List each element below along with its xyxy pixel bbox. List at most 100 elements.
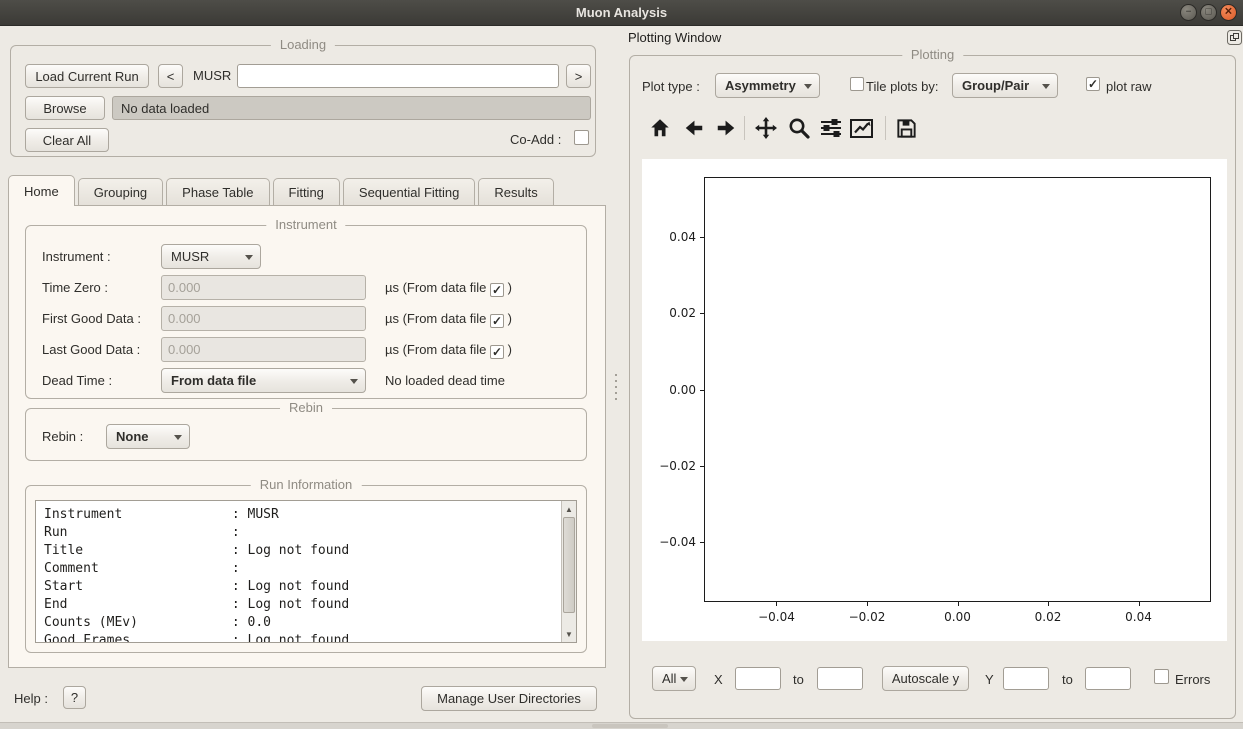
plot-axes[interactable]: −0.04−0.020.000.020.04 −0.04−0.020.000.0… xyxy=(704,177,1211,602)
x-tick-label: −0.04 xyxy=(758,610,795,624)
x-tick-mark xyxy=(1048,602,1049,606)
dead-time-status: No loaded dead time xyxy=(385,373,505,388)
x-range-label: X xyxy=(714,672,723,687)
chevron-down-icon xyxy=(680,677,688,682)
previous-run-button[interactable]: < xyxy=(158,64,183,88)
chevron-down-icon xyxy=(350,379,358,384)
run-information-text: Instrument : MUSR Run : Title : Log not … xyxy=(36,501,576,643)
y-from-input[interactable] xyxy=(1003,667,1049,690)
load-status-field: No data loaded xyxy=(112,96,591,120)
run-information-textarea[interactable]: Instrument : MUSR Run : Title : Log not … xyxy=(35,500,577,643)
y-tick-mark xyxy=(700,390,704,391)
window-bottom-edge xyxy=(0,722,1243,729)
help-button[interactable]: ? xyxy=(63,686,86,709)
time-zero-input[interactable] xyxy=(161,275,366,300)
save-icon[interactable] xyxy=(893,115,919,141)
toolbar-separator xyxy=(885,116,886,140)
x-tick-label: 0.04 xyxy=(1125,610,1152,624)
run-information-group-title: Run Information xyxy=(251,477,362,492)
next-run-button[interactable]: > xyxy=(566,64,591,88)
y-to-label: to xyxy=(1062,672,1073,687)
scroll-down-icon[interactable]: ▼ xyxy=(562,627,576,641)
float-dock-icon[interactable] xyxy=(1227,30,1242,45)
run-information-group: Run Information Instrument : MUSR Run : … xyxy=(25,485,587,653)
load-current-run-button[interactable]: Load Current Run xyxy=(25,64,149,88)
run-number-input[interactable] xyxy=(237,64,559,88)
toolbar-separator xyxy=(744,116,745,140)
splitter-handle[interactable] xyxy=(614,370,618,404)
run-information-scrollbar[interactable]: ▲ ▼ xyxy=(561,501,576,642)
close-button[interactable]: ✕ xyxy=(1220,4,1237,21)
y-tick-mark xyxy=(700,542,704,543)
range-select-combo[interactable]: All xyxy=(652,666,696,691)
zoom-icon[interactable] xyxy=(786,115,812,141)
x-tick-mark xyxy=(867,602,868,606)
y-to-input[interactable] xyxy=(1085,667,1131,690)
loading-group-title: Loading xyxy=(271,37,335,52)
errors-checkbox[interactable] xyxy=(1154,669,1169,684)
y-tick-mark xyxy=(700,237,704,238)
tab-phase-table[interactable]: Phase Table xyxy=(166,178,269,205)
chevron-down-icon xyxy=(245,255,253,260)
horizontal-splitter-handle[interactable] xyxy=(592,724,668,728)
autoscale-y-button[interactable]: Autoscale y xyxy=(882,666,969,691)
coadd-checkbox[interactable] xyxy=(574,130,589,145)
forward-arrow-icon[interactable] xyxy=(713,115,739,141)
clear-all-button[interactable]: Clear All xyxy=(25,128,109,152)
x-tick-label: 0.00 xyxy=(944,610,971,624)
x-to-input[interactable] xyxy=(817,667,863,690)
coadd-label: Co-Add : xyxy=(510,132,561,147)
x-tick-label: −0.02 xyxy=(849,610,886,624)
browse-button[interactable]: Browse xyxy=(25,96,105,120)
pan-icon[interactable] xyxy=(753,115,779,141)
back-arrow-icon[interactable] xyxy=(681,115,707,141)
first-good-data-suffix: µs (From data file ) xyxy=(385,311,512,328)
x-to-label: to xyxy=(793,672,804,687)
window-title: Muon Analysis xyxy=(576,5,667,20)
scrollbar-thumb[interactable] xyxy=(563,517,575,613)
plot-raw-label: plot raw xyxy=(1106,79,1152,94)
first-good-data-input[interactable] xyxy=(161,306,366,331)
tab-bar: Home Grouping Phase Table Fitting Sequen… xyxy=(8,175,557,205)
tab-results[interactable]: Results xyxy=(478,178,553,205)
tab-grouping[interactable]: Grouping xyxy=(78,178,163,205)
y-tick-label: 0.02 xyxy=(669,306,696,320)
chevron-down-icon xyxy=(174,435,182,440)
tile-by-combo[interactable]: Group/Pair xyxy=(952,73,1058,98)
errors-label: Errors xyxy=(1175,672,1210,687)
plot-type-combo[interactable]: Asymmetry xyxy=(715,73,820,98)
rebin-group: Rebin Rebin : None xyxy=(25,408,587,461)
maximize-button[interactable]: □ xyxy=(1200,4,1217,21)
scroll-up-icon[interactable]: ▲ xyxy=(562,502,576,516)
minimize-button[interactable]: − xyxy=(1180,4,1197,21)
tile-plots-checkbox[interactable] xyxy=(850,77,864,91)
rebin-combo[interactable]: None xyxy=(106,424,190,449)
dead-time-label: Dead Time : xyxy=(42,373,112,388)
last-good-data-from-file-checkbox[interactable] xyxy=(490,345,504,359)
tab-home[interactable]: Home xyxy=(8,175,75,206)
last-good-data-suffix: µs (From data file ) xyxy=(385,342,512,359)
home-icon[interactable] xyxy=(647,115,673,141)
y-range-label: Y xyxy=(985,672,994,687)
help-label: Help : xyxy=(14,691,48,706)
time-zero-from-file-checkbox[interactable] xyxy=(490,283,504,297)
x-from-input[interactable] xyxy=(735,667,781,690)
tab-sequential-fitting[interactable]: Sequential Fitting xyxy=(343,178,475,205)
instrument-combo[interactable]: MUSR xyxy=(161,244,261,269)
subplots-config-icon[interactable] xyxy=(818,115,844,141)
tab-fitting[interactable]: Fitting xyxy=(273,178,340,205)
last-good-data-input[interactable] xyxy=(161,337,366,362)
dead-time-combo[interactable]: From data file xyxy=(161,368,366,393)
axes-editor-icon[interactable] xyxy=(849,115,875,141)
first-good-data-from-file-checkbox[interactable] xyxy=(490,314,504,328)
loading-group: Loading Load Current Run < MUSR > Browse… xyxy=(10,45,596,157)
rebin-label: Rebin : xyxy=(42,429,83,444)
y-tick-label: −0.04 xyxy=(659,535,696,549)
time-zero-label: Time Zero : xyxy=(42,280,108,295)
plot-figure[interactable]: −0.04−0.020.000.020.04 −0.04−0.020.000.0… xyxy=(642,159,1227,641)
manage-user-directories-button[interactable]: Manage User Directories xyxy=(421,686,597,711)
chevron-down-icon xyxy=(1042,84,1050,89)
y-tick-mark xyxy=(700,313,704,314)
plot-raw-checkbox[interactable] xyxy=(1086,77,1100,91)
y-tick-label: 0.00 xyxy=(669,383,696,397)
